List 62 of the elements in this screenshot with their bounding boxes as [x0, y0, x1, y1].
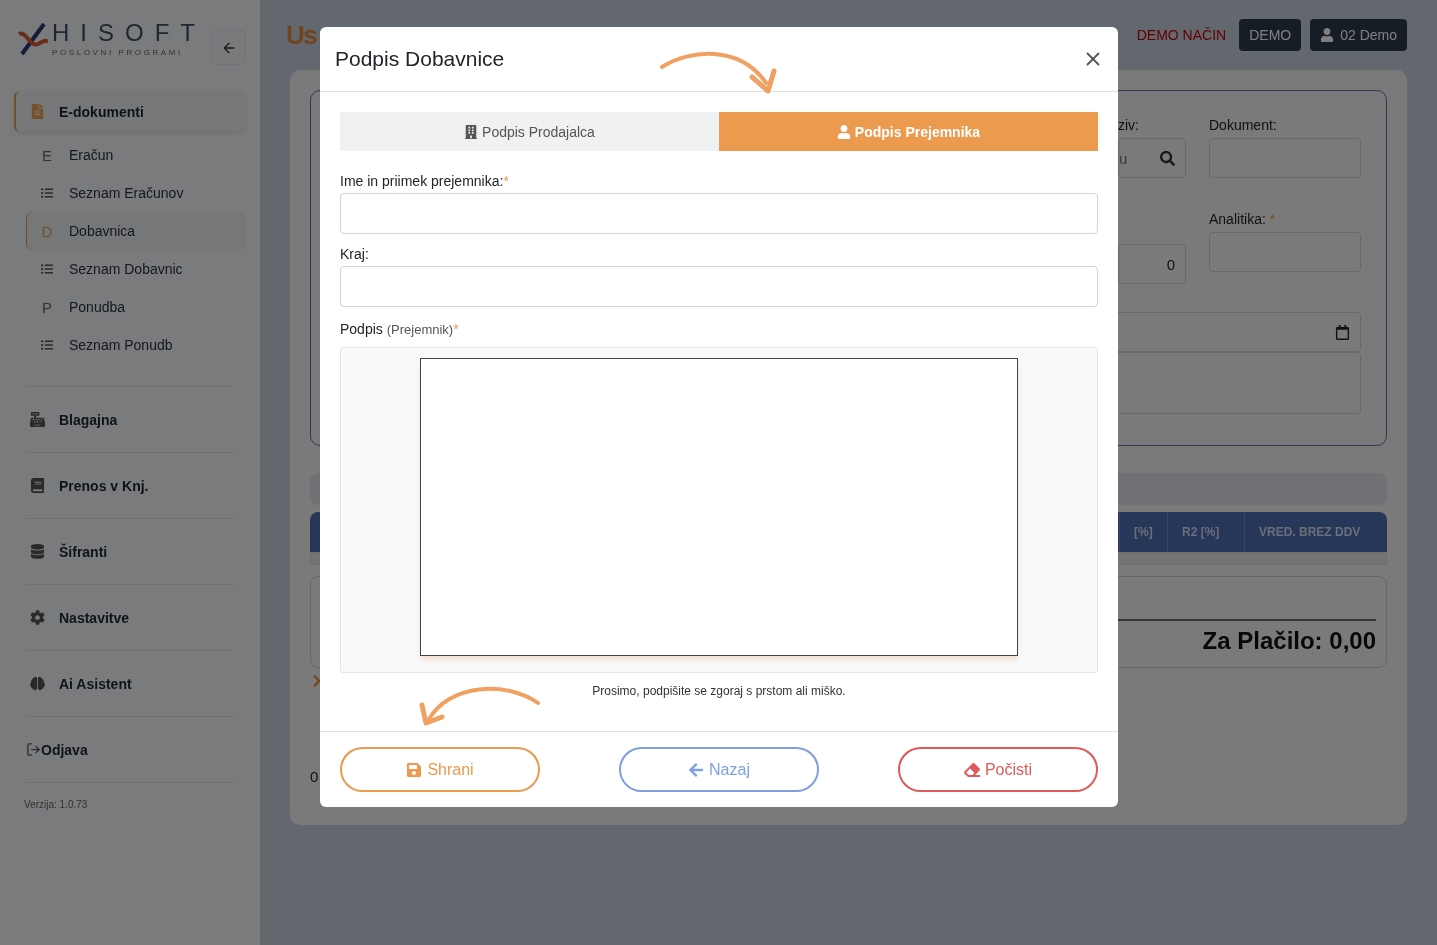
user-button[interactable]: 02 Demo: [1310, 19, 1407, 51]
field-label: Kraj:: [340, 246, 370, 262]
tab[interactable]: Podpis Prejemnika: [719, 112, 1098, 151]
clear-button[interactable]: Počisti: [898, 747, 1098, 792]
logout-icon: [26, 742, 41, 757]
sidebar-item[interactable]: Nastavitve: [14, 597, 246, 638]
user-icon: [836, 124, 851, 139]
field-label: Analitika: *: [1209, 211, 1277, 227]
field-label: ziv:: [1118, 117, 1140, 133]
settings-icon: [30, 610, 45, 625]
sidebar-subitem[interactable]: Seznam Ponudb: [26, 326, 246, 364]
letter-icon: D: [41, 222, 53, 240]
sidebar-subitem[interactable]: E Eračun: [26, 136, 246, 174]
sidebar-item[interactable]: Prenos v Knj.: [14, 465, 246, 506]
search-icon: [1160, 150, 1175, 166]
sidebar-item[interactable]: Ai Asistent: [14, 663, 246, 704]
search-field[interactable]: u: [1118, 138, 1186, 178]
sidebar-item[interactable]: Šifranti: [14, 531, 246, 572]
sidebar-subitem[interactable]: D Dobavnica: [26, 212, 246, 250]
cash-register-icon: [30, 412, 45, 427]
input-field[interactable]: [340, 193, 1098, 234]
logo-icon: [18, 20, 48, 58]
logo-name: HISOFT: [52, 20, 206, 46]
back-button[interactable]: Nazaj: [619, 747, 819, 792]
book-icon: [30, 478, 45, 493]
signature-hint: Prosimo, podpišite se zgoraj s prstom ali miško.: [592, 684, 846, 698]
collapse-button[interactable]: [211, 30, 246, 65]
arrow-left-icon: [688, 761, 705, 778]
sidebar-subitem[interactable]: Seznam Dobavnic: [26, 250, 246, 288]
demo-mode-label: DEMO NAČIN: [1136, 27, 1227, 43]
page-title: Us: [286, 19, 318, 51]
field-label: Ime in priimek prejemnika:*: [340, 173, 510, 189]
eraser-icon: [963, 761, 980, 778]
demo-button[interactable]: DEMO: [1239, 19, 1302, 51]
signature-label: Podpis (Prejemnik)*: [340, 321, 460, 337]
document-icon: [30, 104, 45, 119]
list-icon: [41, 339, 53, 351]
tab[interactable]: Podpis Prodajalca: [340, 112, 719, 151]
dialog-title: Podpis Dobavnice: [335, 47, 505, 71]
brain-icon: [30, 676, 45, 691]
footer-value: 0: [310, 768, 319, 785]
letter-icon: E: [41, 146, 53, 164]
list-icon: [41, 187, 53, 199]
signature-pad[interactable]: [420, 358, 1018, 656]
sidebar-item[interactable]: Blagajna: [14, 399, 246, 440]
database-icon: [30, 544, 45, 559]
sidebar-item[interactable]: E-dokumenti: [14, 91, 246, 132]
logo-tagline: POSLOVNI PROGRAMI: [52, 48, 184, 58]
logout-link[interactable]: Odjava: [14, 729, 246, 770]
sidebar-subitem[interactable]: Seznam Eračunov: [26, 174, 246, 212]
sidebar-subitem[interactable]: P Ponudba: [26, 288, 246, 326]
field-label: Dokument:: [1209, 117, 1278, 133]
input-field[interactable]: [340, 266, 1098, 307]
building-icon: [464, 124, 479, 139]
list-icon: [41, 263, 53, 275]
letter-icon: P: [41, 298, 53, 316]
total-amount: Za Plačilo: 0,00: [1202, 627, 1376, 655]
version-label: Verzija: 1.0.73: [23, 799, 89, 810]
number-field[interactable]: 0: [1118, 244, 1186, 284]
save-button[interactable]: Shrani: [340, 747, 540, 792]
user-icon: [1320, 28, 1335, 42]
calendar-icon: [1335, 324, 1350, 340]
